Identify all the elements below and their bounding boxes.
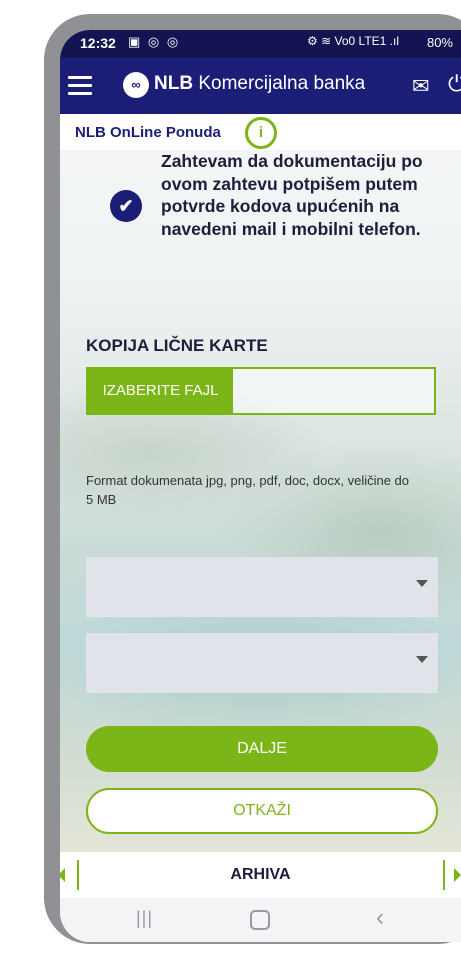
form-content: ✔ Zahtevam da dokumentaciju po ovom zaht… [60,150,461,852]
notification-icons: ▣ ◎ ◎ [128,34,181,49]
brand-rest: Komercijalna banka [193,73,366,94]
phone-screen: 12:32 ▣ ◎ ◎ ⚙ ≋ Vo0 LTE1 .ıl 80% ∞ NLB K… [60,30,461,942]
menu-icon[interactable] [68,76,92,96]
home-icon[interactable] [250,910,270,930]
battery-level: 80% [426,35,453,50]
network-icons: ⚙ ≋ Vo0 LTE1 .ıl [307,34,399,48]
continue-button[interactable]: DALJE [86,726,438,772]
app-bar: ∞ NLB Komercijalna banka ✉ ⏻ [60,58,461,114]
logout-icon[interactable]: ⏻ [448,71,461,97]
page-title: NLB OnLine Ponuda [75,124,221,141]
tab-divider-right [443,860,445,890]
tab-right-arrow-icon[interactable] [454,868,461,882]
chevron-down-icon [416,656,428,663]
consent-text: Zahtevam da dokumentaciju po ovom zahtev… [161,151,423,239]
back-icon[interactable]: ‹ [376,904,384,932]
recent-apps-icon[interactable]: ||| [136,908,153,929]
bank-name: NLB Komercijalna banka [154,73,365,95]
status-time: 12:32 [80,35,116,51]
brand-bold: NLB [154,73,194,94]
bank-logo-icon: ∞ [123,72,149,98]
id-copy-section-title: KOPIJA LIČNE KARTE [86,336,268,355]
status-bar: 12:32 ▣ ◎ ◎ ⚙ ≋ Vo0 LTE1 .ıl 80% [60,30,461,58]
tab-arhiva[interactable]: ARHIVA [60,866,461,884]
cancel-button[interactable]: OTKAŽI [86,788,438,834]
document-type-select-1[interactable] [86,557,438,617]
sub-header: NLB OnLine Ponuda i [60,114,461,150]
choose-file-button[interactable]: IZABERITE FAJL [88,369,233,413]
mail-icon[interactable]: ✉ [412,74,430,99]
file-upload-field[interactable]: IZABERITE FAJL [86,367,436,415]
info-icon[interactable]: i [245,117,277,149]
system-nav-bar: ||| ‹ [60,898,461,942]
bottom-tab-bar: ARHIVA [60,852,461,898]
document-type-select-2[interactable] [86,633,438,693]
format-note: Format dokumenata jpg, png, pdf, doc, do… [86,473,410,507]
chevron-down-icon [416,580,428,587]
consent-checkbox[interactable]: ✔ [110,190,142,222]
